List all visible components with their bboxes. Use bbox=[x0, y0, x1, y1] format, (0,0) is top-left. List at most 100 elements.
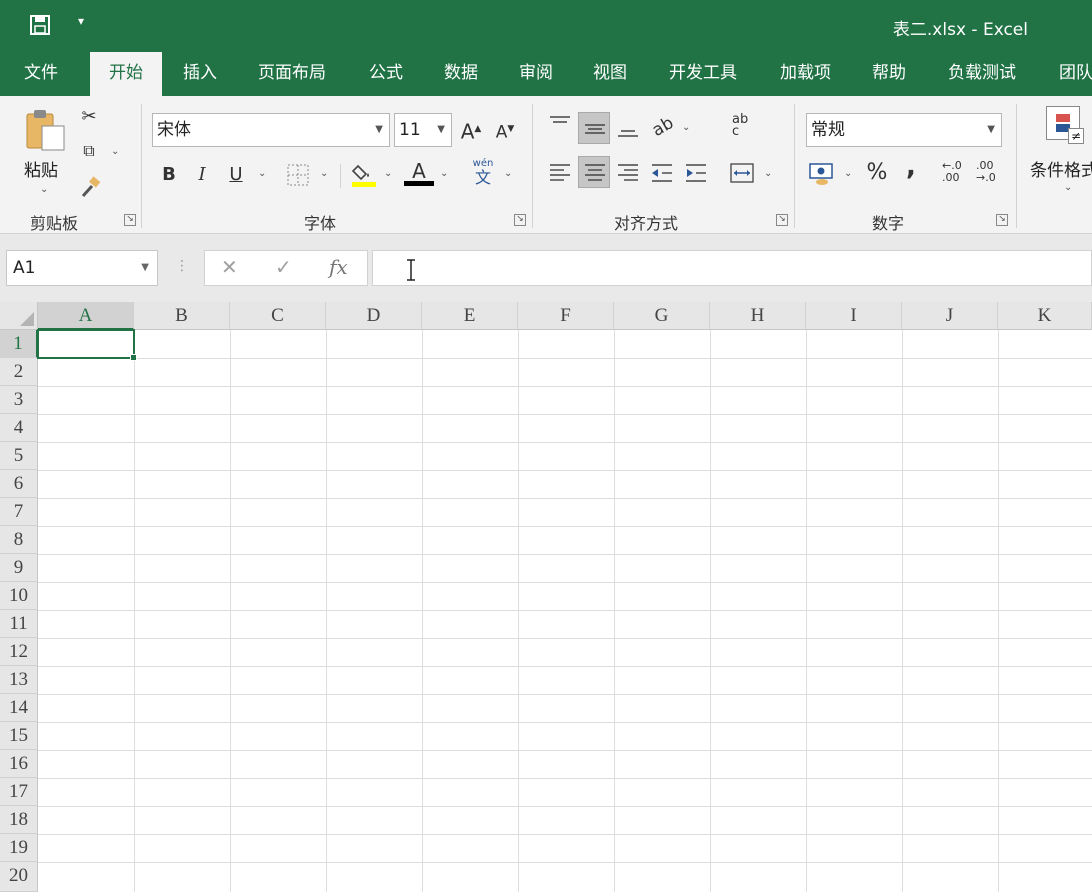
align-bottom-icon[interactable] bbox=[616, 120, 640, 140]
row-header-17[interactable]: 17 bbox=[0, 778, 38, 806]
merge-center-icon[interactable] bbox=[730, 162, 754, 184]
insert-function-icon[interactable]: fx bbox=[329, 255, 348, 279]
conditional-dropdown-icon[interactable]: ⌄ bbox=[1064, 182, 1072, 193]
row-header-14[interactable]: 14 bbox=[0, 694, 38, 722]
row-header-20[interactable]: 20 bbox=[0, 862, 38, 892]
select-all-button[interactable] bbox=[0, 302, 38, 330]
bold-button[interactable]: B bbox=[154, 160, 184, 190]
resize-handle-icon[interactable]: ⋮ bbox=[175, 258, 189, 274]
fill-handle[interactable] bbox=[130, 354, 137, 361]
font-launcher-icon[interactable]: ↘ bbox=[514, 214, 526, 226]
grow-font-button[interactable]: A▲ bbox=[456, 114, 486, 144]
tab-load-test[interactable]: 负载测试 bbox=[948, 52, 1016, 96]
enter-icon[interactable]: ✓ bbox=[275, 255, 292, 279]
tab-team[interactable]: 团队 bbox=[1059, 52, 1092, 96]
save-icon[interactable] bbox=[30, 15, 50, 35]
row-header-2[interactable]: 2 bbox=[0, 358, 38, 386]
row-header-4[interactable]: 4 bbox=[0, 414, 38, 442]
column-header-h[interactable]: H bbox=[710, 302, 806, 330]
tab-addins[interactable]: 加载项 bbox=[780, 52, 831, 96]
column-header-d[interactable]: D bbox=[326, 302, 422, 330]
row-header-12[interactable]: 12 bbox=[0, 638, 38, 666]
column-header-c[interactable]: C bbox=[230, 302, 326, 330]
conditional-format-icon[interactable]: ≠ bbox=[1046, 106, 1086, 144]
shrink-font-button[interactable]: A▼ bbox=[490, 114, 520, 144]
increase-decimal-button[interactable]: ←.0 .00 bbox=[942, 160, 968, 184]
name-box[interactable]: A1 ▼ bbox=[6, 250, 158, 286]
font-color-button[interactable]: A bbox=[404, 158, 434, 186]
chevron-down-icon[interactable]: ▾ bbox=[78, 14, 84, 28]
row-header-5[interactable]: 5 bbox=[0, 442, 38, 470]
copy-icon[interactable]: ⧉ bbox=[74, 136, 104, 166]
paste-dropdown-icon[interactable]: ⌄ bbox=[40, 184, 48, 195]
tab-file[interactable]: 文件 bbox=[24, 52, 58, 96]
cut-icon[interactable]: ✂ bbox=[74, 102, 104, 132]
chevron-down-icon[interactable]: ▼ bbox=[375, 114, 383, 146]
tab-developer[interactable]: 开发工具 bbox=[669, 52, 737, 96]
align-right-icon[interactable] bbox=[616, 162, 640, 184]
row-header-15[interactable]: 15 bbox=[0, 722, 38, 750]
align-top-icon[interactable] bbox=[548, 114, 572, 134]
column-header-k[interactable]: K bbox=[998, 302, 1092, 330]
row-header-13[interactable]: 13 bbox=[0, 666, 38, 694]
align-center-button[interactable] bbox=[578, 156, 610, 188]
conditional-format-button[interactable]: 条件格式 bbox=[1030, 156, 1092, 181]
row-header-19[interactable]: 19 bbox=[0, 834, 38, 862]
align-left-icon[interactable] bbox=[548, 162, 572, 184]
row-header-8[interactable]: 8 bbox=[0, 526, 38, 554]
chevron-down-icon[interactable]: ▼ bbox=[437, 114, 445, 146]
paste-icon[interactable] bbox=[24, 108, 68, 152]
increase-indent-icon[interactable] bbox=[684, 162, 708, 184]
phonetic-button[interactable]: wén 文 bbox=[470, 158, 496, 187]
formula-input[interactable] bbox=[372, 250, 1092, 286]
comma-style-button[interactable]: , bbox=[896, 152, 926, 182]
tab-view[interactable]: 视图 bbox=[593, 52, 627, 96]
row-header-3[interactable]: 3 bbox=[0, 386, 38, 414]
underline-dropdown-icon[interactable]: ⌄ bbox=[258, 168, 266, 179]
borders-dropdown-icon[interactable]: ⌄ bbox=[320, 168, 328, 179]
phonetic-dropdown-icon[interactable]: ⌄ bbox=[504, 168, 512, 179]
percent-style-button[interactable]: % bbox=[862, 158, 892, 188]
italic-button[interactable]: I bbox=[187, 160, 217, 190]
align-middle-button[interactable] bbox=[578, 112, 610, 144]
row-header-7[interactable]: 7 bbox=[0, 498, 38, 526]
row-header-16[interactable]: 16 bbox=[0, 750, 38, 778]
chevron-down-icon[interactable]: ▼ bbox=[987, 114, 995, 146]
row-header-1[interactable]: 1 bbox=[0, 330, 38, 358]
column-header-e[interactable]: E bbox=[422, 302, 518, 330]
column-header-a[interactable]: A bbox=[38, 302, 134, 330]
tab-review[interactable]: 审阅 bbox=[519, 52, 553, 96]
column-header-j[interactable]: J bbox=[902, 302, 998, 330]
chevron-down-icon[interactable]: ▼ bbox=[141, 251, 149, 285]
row-header-18[interactable]: 18 bbox=[0, 806, 38, 834]
tab-insert[interactable]: 插入 bbox=[183, 52, 217, 96]
number-launcher-icon[interactable]: ↘ bbox=[996, 214, 1008, 226]
column-header-i[interactable]: I bbox=[806, 302, 902, 330]
clipboard-launcher-icon[interactable]: ↘ bbox=[124, 214, 136, 226]
row-header-11[interactable]: 11 bbox=[0, 610, 38, 638]
font-color-dropdown-icon[interactable]: ⌄ bbox=[440, 168, 448, 179]
row-header-6[interactable]: 6 bbox=[0, 470, 38, 498]
column-header-g[interactable]: G bbox=[614, 302, 710, 330]
orientation-dropdown-icon[interactable]: ⌄ bbox=[682, 122, 690, 133]
decrease-decimal-button[interactable]: .00 →.0 bbox=[976, 160, 1002, 184]
tab-home[interactable]: 开始 bbox=[90, 52, 162, 96]
merge-dropdown-icon[interactable]: ⌄ bbox=[764, 168, 772, 179]
cancel-icon[interactable]: ✕ bbox=[221, 255, 238, 279]
decrease-indent-icon[interactable] bbox=[650, 162, 674, 184]
number-format-combo[interactable]: 常规 ▼ bbox=[806, 113, 1002, 147]
row-header-9[interactable]: 9 bbox=[0, 554, 38, 582]
tab-formulas[interactable]: 公式 bbox=[369, 52, 403, 96]
tab-help[interactable]: 帮助 bbox=[872, 52, 906, 96]
fill-color-dropdown-icon[interactable]: ⌄ bbox=[384, 168, 392, 179]
fill-color-icon[interactable] bbox=[350, 160, 378, 188]
orientation-icon[interactable]: ab bbox=[643, 107, 684, 148]
format-painter-icon[interactable] bbox=[80, 176, 102, 198]
tab-data[interactable]: 数据 bbox=[444, 52, 478, 96]
worksheet-grid[interactable]: A B C D E F G H I J K 1 2 3 4 5 6 7 8 9 … bbox=[0, 302, 1092, 892]
row-header-10[interactable]: 10 bbox=[0, 582, 38, 610]
accounting-dropdown-icon[interactable]: ⌄ bbox=[844, 168, 852, 179]
font-name-combo[interactable]: 宋体 ▼ bbox=[152, 113, 390, 147]
alignment-launcher-icon[interactable]: ↘ bbox=[776, 214, 788, 226]
borders-icon[interactable] bbox=[287, 164, 309, 186]
